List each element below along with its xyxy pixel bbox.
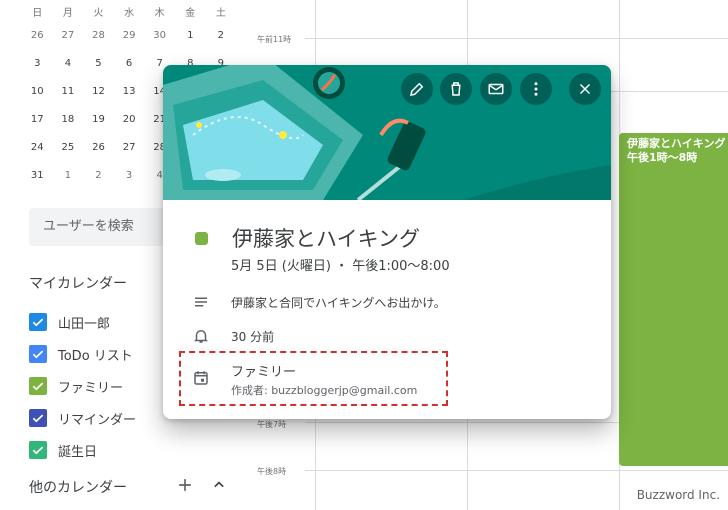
trash-icon bbox=[451, 82, 461, 96]
pencil-icon bbox=[410, 82, 424, 96]
check-icon bbox=[32, 318, 44, 327]
event-title-row: 伊藤家とハイキング bbox=[195, 223, 420, 253]
weekday-label: 土 bbox=[215, 8, 226, 19]
grid-line bbox=[305, 470, 728, 471]
calendar-item[interactable]: 誕生日 bbox=[29, 434, 136, 466]
day-cell[interactable]: 11 bbox=[53, 78, 84, 106]
calendar-label: ファミリー bbox=[58, 380, 124, 396]
calendar-row bbox=[191, 369, 231, 387]
chevron-up-icon[interactable] bbox=[209, 475, 229, 499]
header-illustration bbox=[163, 65, 611, 200]
checkbox[interactable] bbox=[29, 409, 47, 427]
day-cell[interactable]: 20 bbox=[114, 106, 145, 134]
delete-button[interactable] bbox=[440, 73, 472, 105]
day-cell[interactable]: 10 bbox=[22, 78, 53, 106]
event-reminder: 30 分前 bbox=[231, 329, 275, 344]
day-cell[interactable]: 17 bbox=[22, 106, 53, 134]
mail-icon bbox=[488, 83, 504, 95]
day-cell[interactable]: 27 bbox=[53, 22, 84, 50]
day-cell[interactable]: 26 bbox=[83, 134, 114, 162]
time-label: 午前11時 bbox=[257, 35, 292, 44]
event-title: 伊藤家とハイキング bbox=[232, 227, 420, 251]
day-cell[interactable]: 1 bbox=[53, 162, 84, 190]
weekday-label: 日 bbox=[32, 8, 43, 19]
calendar-item[interactable]: ToDo リスト bbox=[29, 338, 136, 370]
grid-line bbox=[305, 38, 728, 39]
event-block[interactable]: 伊藤家とハイキング 午後1時～8時 bbox=[619, 133, 728, 466]
event-details-popup: 伊藤家とハイキング 5月 5日 (火曜日) ・ 午後1:00～8:00 伊藤家と… bbox=[163, 65, 611, 419]
day-cell[interactable]: 18 bbox=[53, 106, 84, 134]
weekday-label: 金 bbox=[185, 8, 196, 19]
time-label: 午後8時 bbox=[257, 467, 287, 476]
check-icon bbox=[32, 350, 44, 359]
event-title: 伊藤家とハイキング bbox=[627, 137, 726, 150]
calendar-item[interactable]: リマインダー bbox=[29, 402, 136, 434]
calendar-label: 誕生日 bbox=[58, 444, 98, 460]
day-cell[interactable]: 5 bbox=[83, 50, 114, 78]
day-cell[interactable]: 1 bbox=[175, 22, 206, 50]
event-creator: 作成者: buzzbloggerjp@gmail.com bbox=[231, 384, 418, 397]
close-icon bbox=[579, 83, 591, 95]
event-datetime: 5月 5日 (火曜日) ・ 午後1:00～8:00 bbox=[231, 259, 450, 274]
event-time: 午後1時～8時 bbox=[627, 151, 698, 164]
calendar-item[interactable]: ファミリー bbox=[29, 370, 136, 402]
week-row: 26 27 28 29 30 1 2 bbox=[22, 22, 237, 50]
day-cell[interactable]: 6 bbox=[114, 50, 145, 78]
day-cell[interactable]: 29 bbox=[114, 22, 145, 50]
day-cell[interactable]: 2 bbox=[83, 162, 114, 190]
day-cell[interactable]: 25 bbox=[53, 134, 84, 162]
checkbox[interactable] bbox=[29, 441, 47, 459]
other-calendars-title[interactable]: 他のカレンダー bbox=[29, 477, 127, 497]
close-button[interactable] bbox=[569, 73, 601, 105]
bell-icon bbox=[191, 327, 211, 345]
check-icon bbox=[32, 382, 44, 391]
calendar-icon bbox=[191, 369, 211, 387]
calendar-color-swatch bbox=[195, 231, 208, 245]
event-description: 伊藤家と合同でハイキングへお出かけ。 bbox=[231, 295, 446, 310]
more-options-button[interactable] bbox=[520, 73, 552, 105]
calendar-label: リマインダー bbox=[58, 412, 137, 428]
other-calendars-actions bbox=[175, 475, 229, 499]
check-icon bbox=[32, 446, 44, 455]
description-row: 伊藤家と合同でハイキングへお出かけ。 bbox=[191, 293, 446, 311]
day-cell[interactable]: 27 bbox=[114, 134, 145, 162]
time-label: 午後7時 bbox=[257, 420, 287, 429]
day-cell[interactable]: 31 bbox=[22, 162, 53, 190]
weekday-label: 月 bbox=[62, 8, 73, 19]
add-calendar-icon[interactable] bbox=[175, 475, 195, 499]
day-cell[interactable]: 4 bbox=[53, 50, 84, 78]
my-calendars-list: 山田一郎 ToDo リスト ファミリー リマインダー 誕生日 bbox=[29, 306, 136, 466]
day-cell[interactable]: 19 bbox=[83, 106, 114, 134]
check-icon bbox=[32, 414, 44, 423]
weekday-label: 火 bbox=[93, 8, 104, 19]
day-cell[interactable]: 12 bbox=[83, 78, 114, 106]
day-cell[interactable]: 28 bbox=[83, 22, 114, 50]
day-cell[interactable]: 3 bbox=[22, 50, 53, 78]
calendar-label: ToDo リスト bbox=[58, 348, 133, 364]
more-vertical-icon bbox=[534, 82, 538, 96]
day-cell[interactable]: 26 bbox=[22, 22, 53, 50]
email-button[interactable] bbox=[480, 73, 512, 105]
weekday-label: 木 bbox=[154, 8, 165, 19]
calendar-label: 山田一郎 bbox=[58, 316, 111, 332]
calendar-item[interactable]: 山田一郎 bbox=[29, 306, 136, 338]
weekday-label: 水 bbox=[124, 8, 135, 19]
day-cell[interactable]: 3 bbox=[114, 162, 145, 190]
weekday-header: 日 月 火 水 木 金 土 bbox=[22, 6, 237, 22]
day-cell[interactable]: 13 bbox=[114, 78, 145, 106]
edit-button[interactable] bbox=[401, 73, 433, 105]
description-icon bbox=[191, 293, 211, 311]
day-cell[interactable]: 24 bbox=[22, 134, 53, 162]
checkbox[interactable] bbox=[29, 345, 47, 363]
checkbox[interactable] bbox=[29, 377, 47, 395]
reminder-row: 30 分前 bbox=[191, 327, 274, 345]
day-cell[interactable]: 30 bbox=[144, 22, 175, 50]
calendar-name: ファミリー bbox=[231, 365, 297, 380]
watermark: Buzzword Inc. bbox=[636, 488, 720, 502]
checkbox[interactable] bbox=[29, 313, 47, 331]
day-cell[interactable]: 2 bbox=[206, 22, 237, 50]
my-calendars-title[interactable]: マイカレンダー bbox=[29, 273, 127, 293]
